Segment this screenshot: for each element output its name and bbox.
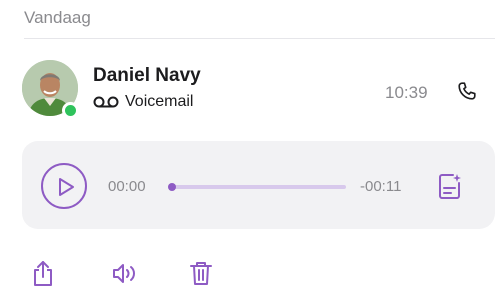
elapsed-time: 00:00 xyxy=(108,178,146,195)
voicemail-entry[interactable]: Daniel Navy Voicemail 10:39 xyxy=(0,54,495,124)
delete-button[interactable] xyxy=(189,260,213,287)
contact-name: Daniel Navy xyxy=(93,65,201,86)
speaker-icon xyxy=(113,264,135,283)
share-icon xyxy=(34,261,52,286)
remaining-time: -00:11 xyxy=(360,178,402,195)
section-divider xyxy=(24,38,495,39)
speaker-button[interactable] xyxy=(111,260,139,287)
presence-dot xyxy=(62,102,79,119)
call-type: Voicemail xyxy=(93,93,193,111)
voicemail-screen: Vandaag Daniel Navy Voicemail 10:39 00:0… xyxy=(0,0,495,287)
play-icon xyxy=(59,178,74,196)
transcript-icon xyxy=(439,174,461,199)
phone-icon xyxy=(458,82,476,100)
playback-slider[interactable] xyxy=(168,183,346,191)
call-type-label: Voicemail xyxy=(125,93,194,110)
transcript-button[interactable] xyxy=(438,172,462,200)
voicemail-player: 00:00 -00:11 xyxy=(22,141,495,229)
call-time: 10:39 xyxy=(385,83,428,102)
play-button[interactable] xyxy=(41,163,87,209)
call-button[interactable] xyxy=(456,80,478,102)
section-header: Vandaag xyxy=(24,8,91,27)
voicemail-icon xyxy=(93,96,119,108)
playback-handle[interactable] xyxy=(168,183,176,191)
share-button[interactable] xyxy=(32,260,54,287)
trash-icon xyxy=(190,262,212,285)
